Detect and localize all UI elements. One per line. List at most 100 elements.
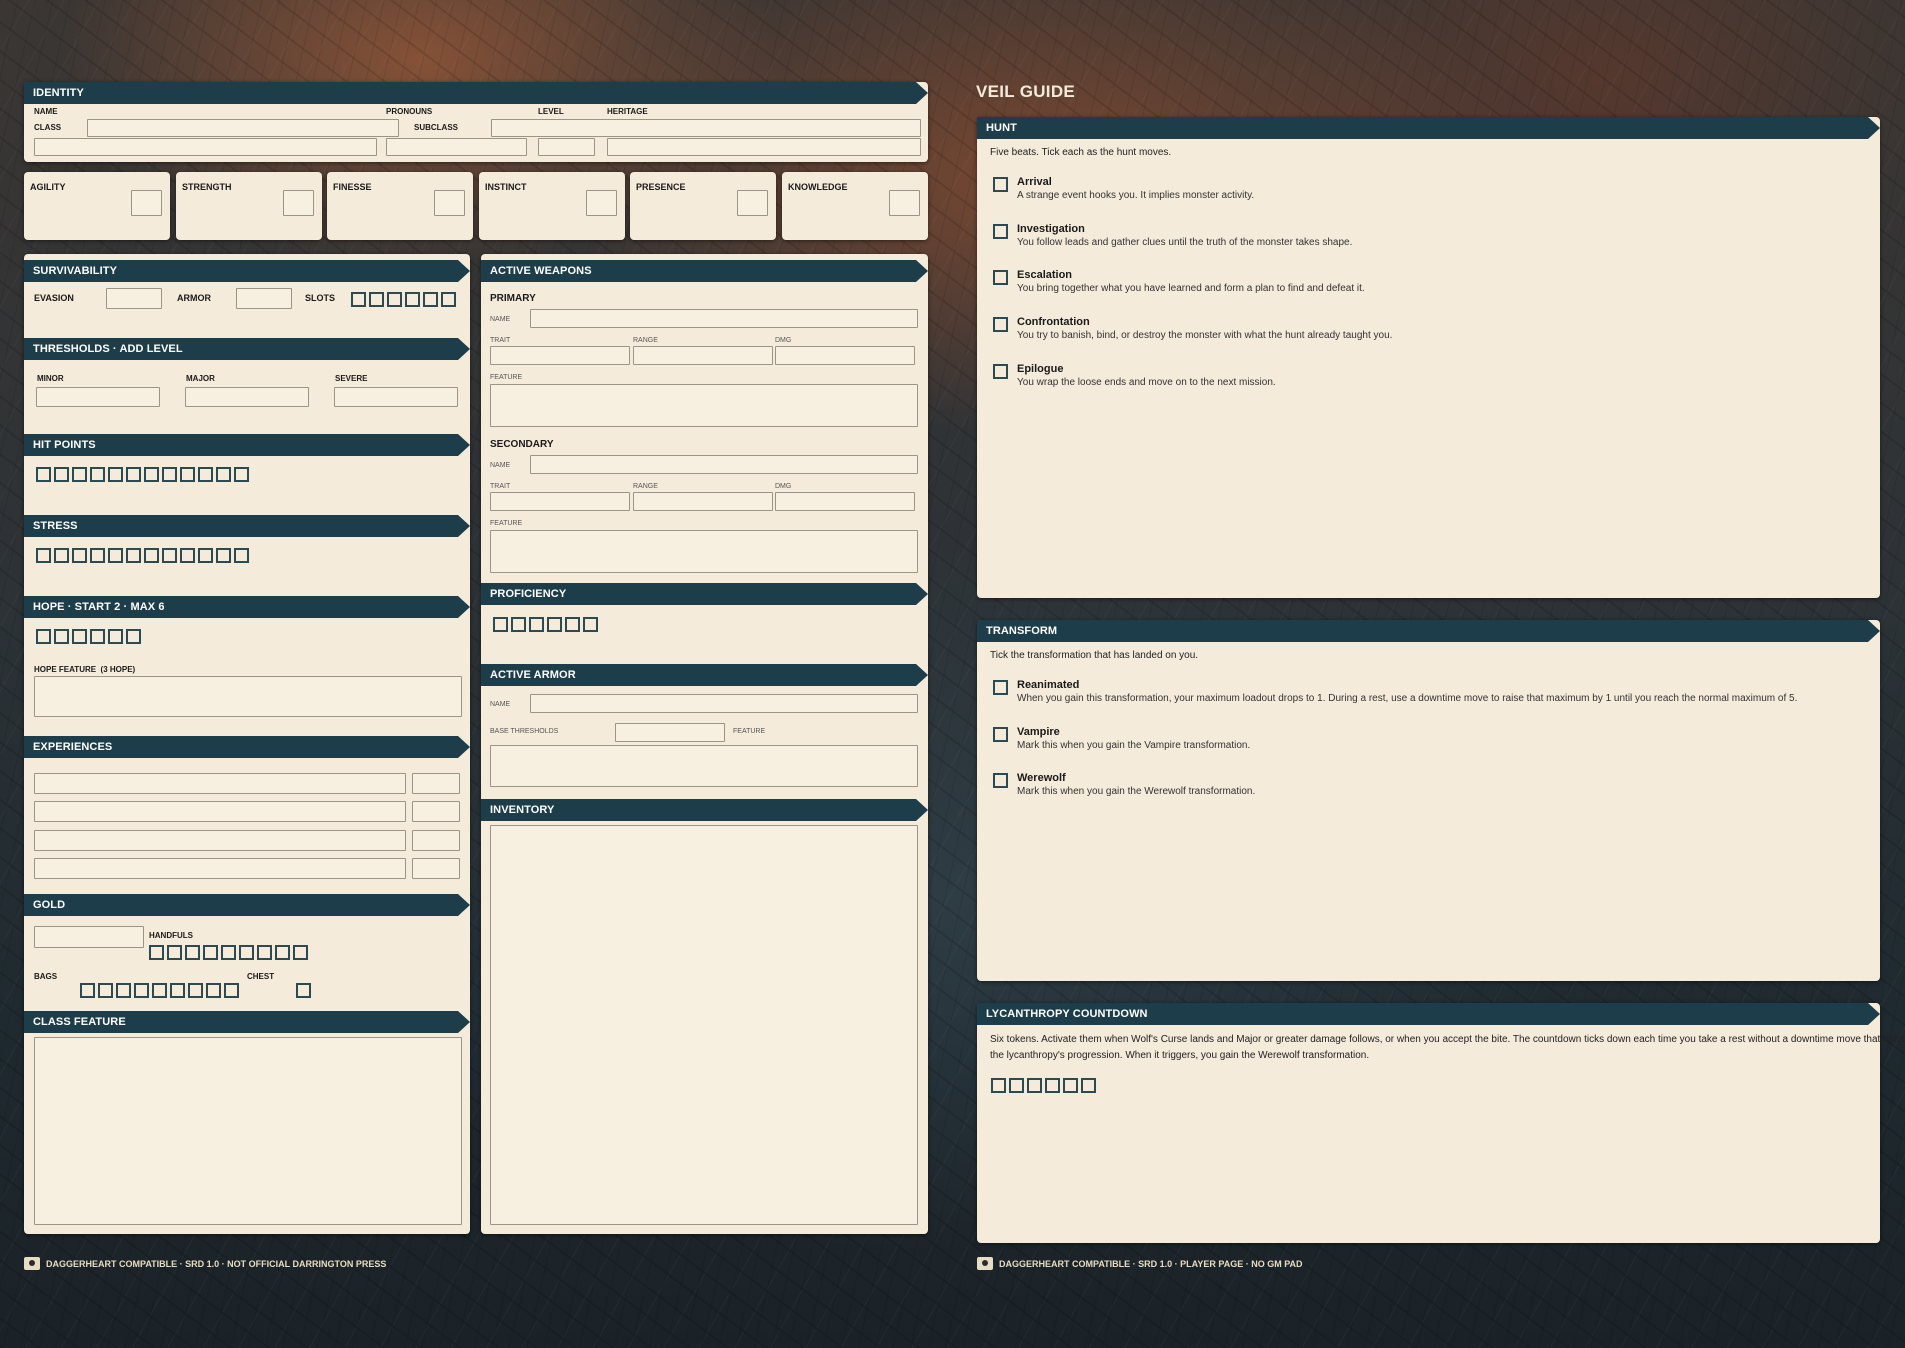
experience-name-field[interactable] <box>34 801 406 822</box>
minor-threshold-field[interactable] <box>36 387 160 407</box>
secondary-name-field[interactable] <box>530 455 918 474</box>
track-checkbox[interactable] <box>565 617 580 632</box>
track-checkbox[interactable] <box>216 467 231 482</box>
experience-name-field[interactable] <box>34 773 406 794</box>
subclass-field[interactable] <box>491 119 921 137</box>
track-checkbox[interactable] <box>511 617 526 632</box>
experience-modifier-field[interactable] <box>412 830 460 851</box>
track-checkbox[interactable] <box>72 548 87 563</box>
secondary-dmg-field[interactable] <box>775 492 915 511</box>
track-checkbox[interactable] <box>257 945 272 960</box>
track-checkbox[interactable] <box>152 983 167 998</box>
track-checkbox[interactable] <box>108 548 123 563</box>
werewolf-checkbox[interactable] <box>993 773 1008 788</box>
track-checkbox[interactable] <box>441 292 456 307</box>
track-checkbox[interactable] <box>198 467 213 482</box>
track-checkbox[interactable] <box>351 292 366 307</box>
track-checkbox[interactable] <box>234 548 249 563</box>
trait-value-field[interactable] <box>889 190 920 216</box>
vampire-checkbox[interactable] <box>993 727 1008 742</box>
experience-modifier-field[interactable] <box>412 858 460 879</box>
track-checkbox[interactable] <box>180 467 195 482</box>
major-threshold-field[interactable] <box>185 387 309 407</box>
primary-name-field[interactable] <box>530 309 918 328</box>
track-checkbox[interactable] <box>90 467 105 482</box>
inventory-field[interactable] <box>490 825 918 1225</box>
pronouns-field[interactable] <box>386 138 527 156</box>
experience-modifier-field[interactable] <box>412 801 460 822</box>
track-checkbox[interactable] <box>116 983 131 998</box>
escalation-checkbox[interactable] <box>993 270 1008 285</box>
base-thresholds-field[interactable] <box>615 723 725 742</box>
trait-value-field[interactable] <box>434 190 465 216</box>
name-field[interactable] <box>34 138 377 156</box>
track-checkbox[interactable] <box>162 548 177 563</box>
trait-value-field[interactable] <box>586 190 617 216</box>
track-checkbox[interactable] <box>369 292 384 307</box>
track-checkbox[interactable] <box>221 945 236 960</box>
arrival-checkbox[interactable] <box>993 177 1008 192</box>
gold-field[interactable] <box>34 926 144 948</box>
track-checkbox[interactable] <box>144 548 159 563</box>
track-checkbox[interactable] <box>170 983 185 998</box>
track-checkbox[interactable] <box>36 548 51 563</box>
track-checkbox[interactable] <box>1063 1078 1078 1093</box>
experience-name-field[interactable] <box>34 830 406 851</box>
hope-feature-field[interactable] <box>34 676 462 717</box>
level-field[interactable] <box>538 138 595 156</box>
track-checkbox[interactable] <box>90 548 105 563</box>
track-checkbox[interactable] <box>90 629 105 644</box>
track-checkbox[interactable] <box>36 629 51 644</box>
track-checkbox[interactable] <box>72 629 87 644</box>
secondary-trait-field[interactable] <box>490 492 630 511</box>
track-checkbox[interactable] <box>1045 1078 1060 1093</box>
track-checkbox[interactable] <box>72 467 87 482</box>
track-checkbox[interactable] <box>206 983 221 998</box>
track-checkbox[interactable] <box>180 548 195 563</box>
track-checkbox[interactable] <box>126 629 141 644</box>
track-checkbox[interactable] <box>216 548 231 563</box>
track-checkbox[interactable] <box>80 983 95 998</box>
armor-name-field[interactable] <box>530 694 918 713</box>
epilogue-checkbox[interactable] <box>993 364 1008 379</box>
track-checkbox[interactable] <box>54 467 69 482</box>
track-checkbox[interactable] <box>239 945 254 960</box>
track-checkbox[interactable] <box>54 629 69 644</box>
track-checkbox[interactable] <box>134 983 149 998</box>
track-checkbox[interactable] <box>198 548 213 563</box>
track-checkbox[interactable] <box>493 617 508 632</box>
primary-trait-field[interactable] <box>490 346 630 365</box>
investigation-checkbox[interactable] <box>993 224 1008 239</box>
class-feature-field[interactable] <box>34 1037 462 1225</box>
track-checkbox[interactable] <box>583 617 598 632</box>
track-checkbox[interactable] <box>108 629 123 644</box>
severe-threshold-field[interactable] <box>334 387 458 407</box>
evasion-field[interactable] <box>106 288 162 309</box>
secondary-feature-field[interactable] <box>490 530 918 573</box>
track-checkbox[interactable] <box>387 292 402 307</box>
track-checkbox[interactable] <box>423 292 438 307</box>
class-field[interactable] <box>87 119 399 137</box>
track-checkbox[interactable] <box>224 983 239 998</box>
track-checkbox[interactable] <box>1027 1078 1042 1093</box>
armor-feature-field[interactable] <box>490 745 918 787</box>
track-checkbox[interactable] <box>188 983 203 998</box>
track-checkbox[interactable] <box>1081 1078 1096 1093</box>
confrontation-checkbox[interactable] <box>993 317 1008 332</box>
reanimated-checkbox[interactable] <box>993 680 1008 695</box>
track-checkbox[interactable] <box>149 945 164 960</box>
track-checkbox[interactable] <box>98 983 113 998</box>
track-checkbox[interactable] <box>185 945 200 960</box>
track-checkbox[interactable] <box>203 945 218 960</box>
track-checkbox[interactable] <box>293 945 308 960</box>
track-checkbox[interactable] <box>529 617 544 632</box>
track-checkbox[interactable] <box>126 548 141 563</box>
armor-field[interactable] <box>236 288 292 309</box>
track-checkbox[interactable] <box>36 467 51 482</box>
experience-name-field[interactable] <box>34 858 406 879</box>
track-checkbox[interactable] <box>296 983 311 998</box>
track-checkbox[interactable] <box>991 1078 1006 1093</box>
track-checkbox[interactable] <box>547 617 562 632</box>
track-checkbox[interactable] <box>162 467 177 482</box>
primary-feature-field[interactable] <box>490 384 918 427</box>
